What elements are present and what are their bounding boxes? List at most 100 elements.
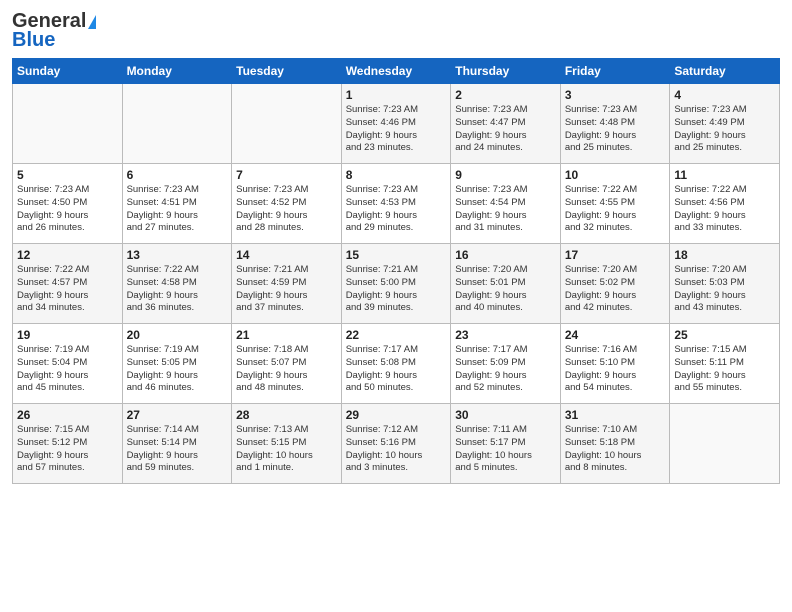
day-info: Sunrise: 7:14 AM Sunset: 5:14 PM Dayligh…	[127, 424, 228, 475]
weekday-saturday: Saturday	[670, 59, 780, 84]
day-number: 20	[127, 328, 228, 342]
day-info: Sunrise: 7:16 AM Sunset: 5:10 PM Dayligh…	[565, 344, 666, 395]
logo-triangle-icon	[88, 15, 96, 29]
day-number: 16	[455, 248, 556, 262]
day-number: 9	[455, 168, 556, 182]
day-cell: 7 Sunrise: 7:23 AM Sunset: 4:52 PM Daylig…	[232, 164, 342, 244]
day-number: 23	[455, 328, 556, 342]
day-info: Sunrise: 7:19 AM Sunset: 5:05 PM Dayligh…	[127, 344, 228, 395]
day-cell: 26Sunrise: 7:15 AM Sunset: 5:12 PM Dayli…	[13, 404, 123, 484]
day-cell: 19Sunrise: 7:19 AM Sunset: 5:04 PM Dayli…	[13, 324, 123, 404]
day-cell: 29 Sunrise: 7:12 AM Sunset: 5:16 PM Dayli…	[341, 404, 451, 484]
day-cell: 10 Sunrise: 7:22 AM Sunset: 4:55 PM Dayli…	[560, 164, 670, 244]
day-number: 2	[455, 88, 556, 102]
header: General Blue	[12, 10, 780, 52]
day-cell: 11 Sunrise: 7:22 AM Sunset: 4:56 PM Dayli…	[670, 164, 780, 244]
day-number: 10	[565, 168, 666, 182]
day-cell: 31 Sunrise: 7:10 AM Sunset: 5:18 PM Dayli…	[560, 404, 670, 484]
week-row-4: 19Sunrise: 7:19 AM Sunset: 5:04 PM Dayli…	[13, 324, 780, 404]
day-info: Sunrise: 7:17 AM Sunset: 5:08 PM Dayligh…	[346, 344, 447, 395]
day-info: Sunrise: 7:23 AM Sunset: 4:54 PM Dayligh…	[455, 184, 556, 235]
day-cell: 9 Sunrise: 7:23 AM Sunset: 4:54 PM Daylig…	[451, 164, 561, 244]
day-info: Sunrise: 7:23 AM Sunset: 4:46 PM Dayligh…	[346, 104, 447, 155]
day-number: 6	[127, 168, 228, 182]
day-info: Sunrise: 7:23 AM Sunset: 4:48 PM Dayligh…	[565, 104, 666, 155]
day-cell: 8 Sunrise: 7:23 AM Sunset: 4:53 PM Daylig…	[341, 164, 451, 244]
day-number: 24	[565, 328, 666, 342]
day-info: Sunrise: 7:17 AM Sunset: 5:09 PM Dayligh…	[455, 344, 556, 395]
day-cell	[122, 84, 232, 164]
day-cell: 2 Sunrise: 7:23 AM Sunset: 4:47 PM Daylig…	[451, 84, 561, 164]
day-number: 12	[17, 248, 118, 262]
day-info: Sunrise: 7:23 AM Sunset: 4:51 PM Dayligh…	[127, 184, 228, 235]
day-info: Sunrise: 7:21 AM Sunset: 5:00 PM Dayligh…	[346, 264, 447, 315]
day-cell: 18Sunrise: 7:20 AM Sunset: 5:03 PM Dayli…	[670, 244, 780, 324]
day-number: 5	[17, 168, 118, 182]
day-cell: 22 Sunrise: 7:17 AM Sunset: 5:08 PM Dayli…	[341, 324, 451, 404]
weekday-sunday: Sunday	[13, 59, 123, 84]
logo-blue: Blue	[12, 29, 55, 52]
day-info: Sunrise: 7:20 AM Sunset: 5:01 PM Dayligh…	[455, 264, 556, 315]
day-cell: 1 Sunrise: 7:23 AM Sunset: 4:46 PM Daylig…	[341, 84, 451, 164]
day-info: Sunrise: 7:22 AM Sunset: 4:58 PM Dayligh…	[127, 264, 228, 315]
day-cell: 3Sunrise: 7:23 AM Sunset: 4:48 PM Daylig…	[560, 84, 670, 164]
day-info: Sunrise: 7:22 AM Sunset: 4:56 PM Dayligh…	[674, 184, 775, 235]
day-cell: 15 Sunrise: 7:21 AM Sunset: 5:00 PM Dayli…	[341, 244, 451, 324]
day-cell	[13, 84, 123, 164]
weekday-wednesday: Wednesday	[341, 59, 451, 84]
day-cell: 23 Sunrise: 7:17 AM Sunset: 5:09 PM Dayli…	[451, 324, 561, 404]
day-number: 11	[674, 168, 775, 182]
day-number: 25	[674, 328, 775, 342]
day-number: 28	[236, 408, 337, 422]
day-number: 22	[346, 328, 447, 342]
day-cell: 6 Sunrise: 7:23 AM Sunset: 4:51 PM Daylig…	[122, 164, 232, 244]
weekday-tuesday: Tuesday	[232, 59, 342, 84]
day-info: Sunrise: 7:19 AM Sunset: 5:04 PM Dayligh…	[17, 344, 118, 395]
day-cell: 21Sunrise: 7:18 AM Sunset: 5:07 PM Dayli…	[232, 324, 342, 404]
day-info: Sunrise: 7:23 AM Sunset: 4:52 PM Dayligh…	[236, 184, 337, 235]
day-cell: 4Sunrise: 7:23 AM Sunset: 4:49 PM Daylig…	[670, 84, 780, 164]
day-cell: 20 Sunrise: 7:19 AM Sunset: 5:05 PM Dayli…	[122, 324, 232, 404]
day-number: 17	[565, 248, 666, 262]
day-info: Sunrise: 7:20 AM Sunset: 5:02 PM Dayligh…	[565, 264, 666, 315]
day-number: 4	[674, 88, 775, 102]
day-cell: 28 Sunrise: 7:13 AM Sunset: 5:15 PM Dayli…	[232, 404, 342, 484]
day-number: 7	[236, 168, 337, 182]
day-number: 14	[236, 248, 337, 262]
day-number: 30	[455, 408, 556, 422]
week-row-1: 1 Sunrise: 7:23 AM Sunset: 4:46 PM Daylig…	[13, 84, 780, 164]
day-info: Sunrise: 7:13 AM Sunset: 5:15 PM Dayligh…	[236, 424, 337, 475]
day-number: 15	[346, 248, 447, 262]
weekday-thursday: Thursday	[451, 59, 561, 84]
day-info: Sunrise: 7:22 AM Sunset: 4:55 PM Dayligh…	[565, 184, 666, 235]
calendar: SundayMondayTuesdayWednesdayThursdayFrid…	[12, 58, 780, 484]
week-row-5: 26Sunrise: 7:15 AM Sunset: 5:12 PM Dayli…	[13, 404, 780, 484]
day-cell: 24 Sunrise: 7:16 AM Sunset: 5:10 PM Dayli…	[560, 324, 670, 404]
day-number: 1	[346, 88, 447, 102]
page: General Blue SundayMondayTuesdayWednesda…	[0, 0, 792, 612]
weekday-header-row: SundayMondayTuesdayWednesdayThursdayFrid…	[13, 59, 780, 84]
week-row-3: 12 Sunrise: 7:22 AM Sunset: 4:57 PM Dayli…	[13, 244, 780, 324]
day-number: 29	[346, 408, 447, 422]
day-cell	[670, 404, 780, 484]
day-info: Sunrise: 7:10 AM Sunset: 5:18 PM Dayligh…	[565, 424, 666, 475]
day-info: Sunrise: 7:23 AM Sunset: 4:53 PM Dayligh…	[346, 184, 447, 235]
day-cell: 14 Sunrise: 7:21 AM Sunset: 4:59 PM Dayli…	[232, 244, 342, 324]
day-cell: 25Sunrise: 7:15 AM Sunset: 5:11 PM Dayli…	[670, 324, 780, 404]
week-row-2: 5Sunrise: 7:23 AM Sunset: 4:50 PM Daylig…	[13, 164, 780, 244]
logo: General Blue	[12, 10, 96, 52]
day-cell: 5Sunrise: 7:23 AM Sunset: 4:50 PM Daylig…	[13, 164, 123, 244]
day-info: Sunrise: 7:12 AM Sunset: 5:16 PM Dayligh…	[346, 424, 447, 475]
day-info: Sunrise: 7:22 AM Sunset: 4:57 PM Dayligh…	[17, 264, 118, 315]
day-cell	[232, 84, 342, 164]
day-cell: 12 Sunrise: 7:22 AM Sunset: 4:57 PM Dayli…	[13, 244, 123, 324]
day-number: 8	[346, 168, 447, 182]
day-info: Sunrise: 7:21 AM Sunset: 4:59 PM Dayligh…	[236, 264, 337, 315]
day-info: Sunrise: 7:20 AM Sunset: 5:03 PM Dayligh…	[674, 264, 775, 315]
day-cell: 13Sunrise: 7:22 AM Sunset: 4:58 PM Dayli…	[122, 244, 232, 324]
day-info: Sunrise: 7:11 AM Sunset: 5:17 PM Dayligh…	[455, 424, 556, 475]
day-number: 26	[17, 408, 118, 422]
day-number: 31	[565, 408, 666, 422]
day-cell: 16 Sunrise: 7:20 AM Sunset: 5:01 PM Dayli…	[451, 244, 561, 324]
day-info: Sunrise: 7:23 AM Sunset: 4:47 PM Dayligh…	[455, 104, 556, 155]
